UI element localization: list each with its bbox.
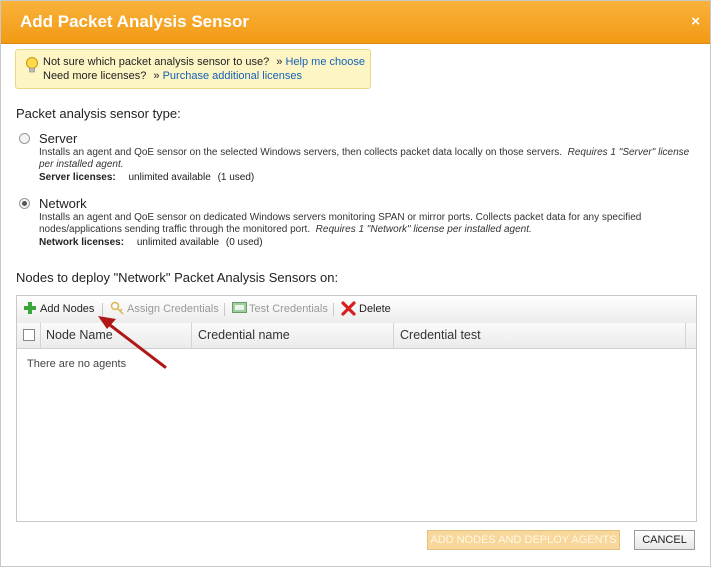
arrow-shaft (104, 320, 167, 369)
annotation-arrow (98, 316, 167, 369)
add-packet-analysis-sensor-dialog: Add Packet Analysis Sensor × Not sure wh… (0, 0, 711, 567)
